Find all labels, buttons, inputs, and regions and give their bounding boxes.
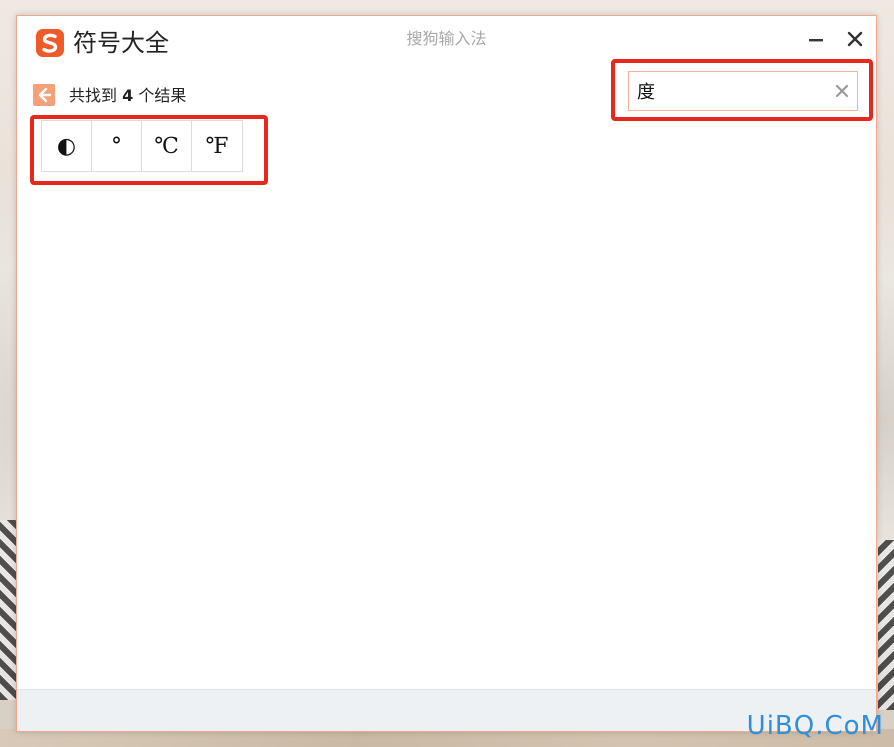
wallpaper-pattern-right <box>878 540 894 710</box>
result-count: 4 <box>122 86 134 105</box>
symbol-cell-fahrenheit[interactable]: ℉ <box>192 121 242 171</box>
clear-x-icon <box>835 84 849 98</box>
symbol-cell-degree[interactable]: ° <box>92 121 142 171</box>
back-button[interactable] <box>33 84 55 106</box>
symbol-cell-celsius[interactable]: ℃ <box>142 121 192 171</box>
search-input[interactable] <box>637 78 827 104</box>
minimize-icon <box>809 39 823 42</box>
symbol-cell-half-circle[interactable]: ◐ <box>42 121 92 171</box>
result-prefix: 共找到 <box>69 86 123 105</box>
result-suffix: 个结果 <box>133 86 187 105</box>
close-icon <box>847 31 863 47</box>
symbol-dialog-window: 符号大全 搜狗输入法 共找到 4 个结果 ◐ ° ℃ ℉ <box>16 15 877 732</box>
window-caption: 搜狗输入法 <box>406 29 487 48</box>
watermark-text: UiBQ.CoM <box>746 711 884 741</box>
back-arrow-icon <box>38 87 52 103</box>
minimize-button[interactable] <box>803 26 829 52</box>
search-box <box>628 71 858 111</box>
close-button[interactable] <box>842 26 868 52</box>
symbol-results-grid: ◐ ° ℃ ℉ <box>41 120 243 172</box>
clear-search-button[interactable] <box>833 82 851 100</box>
result-count-text: 共找到 4 个结果 <box>69 85 186 107</box>
title-bar: 符号大全 搜狗输入法 <box>17 16 876 72</box>
